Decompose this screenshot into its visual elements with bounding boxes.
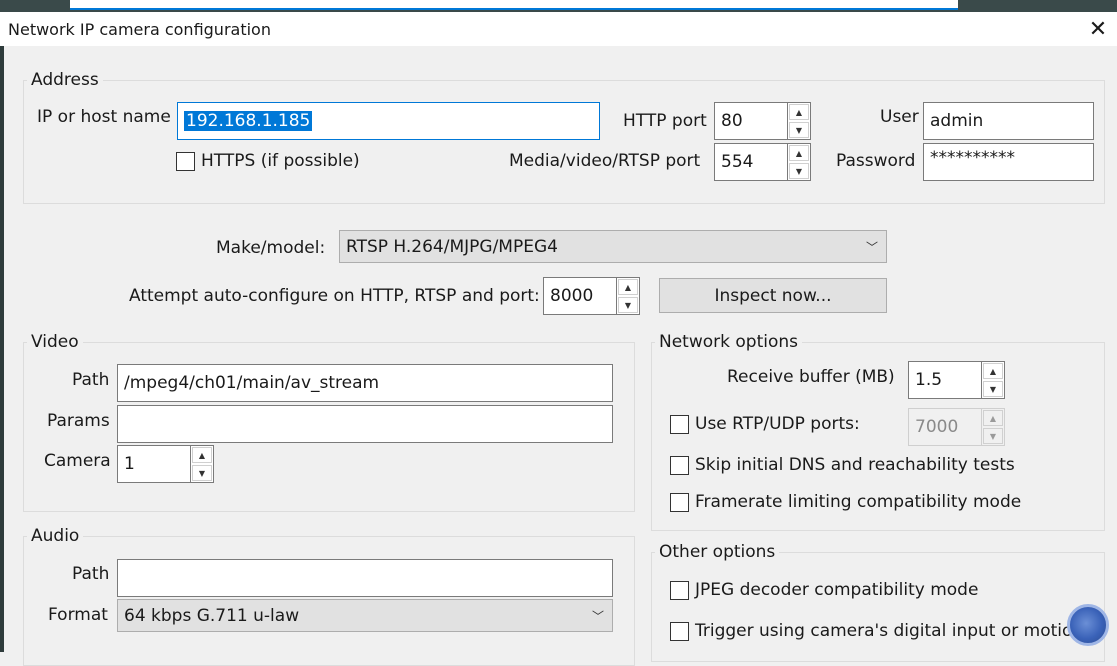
camera-stepper[interactable]: 1 ▲ ▼: [117, 445, 214, 483]
make-model-value: RTSP H.264/MJPG/MPEG4: [346, 236, 558, 257]
https-checkbox[interactable]: HTTPS (if possible): [176, 151, 360, 171]
https-checkbox-box[interactable]: [176, 151, 195, 171]
buffer-stepper[interactable]: 1.5 ▲ ▼: [908, 361, 1005, 399]
make-model-label: Make/model:: [216, 238, 326, 258]
ip-input[interactable]: 192.168.1.185: [177, 102, 600, 140]
chevron-down-icon: ﹀: [591, 609, 604, 623]
video-legend: Video: [27, 332, 83, 352]
rtp-label: Use RTP/UDP ports:: [695, 414, 860, 434]
video-params-label: Params: [47, 411, 110, 431]
skip-dns-checkbox[interactable]: Skip initial DNS and reachability tests: [670, 455, 1015, 475]
spin-down-icon[interactable]: ▼: [618, 297, 638, 313]
spin-up-icon[interactable]: ▲: [618, 279, 638, 295]
user-input[interactable]: admin: [923, 102, 1094, 140]
background-desktop-strip: [0, 0, 1117, 12]
password-input[interactable]: **********: [923, 143, 1094, 181]
spin-up-icon[interactable]: ▲: [192, 447, 212, 463]
address-group: [23, 80, 1105, 204]
spin-up-icon[interactable]: ▲: [789, 145, 809, 161]
skip-dns-checkbox-box[interactable]: [670, 455, 689, 475]
video-params-input[interactable]: [117, 405, 613, 443]
user-input-value: admin: [930, 111, 984, 131]
autoconfig-label: Attempt auto-configure on HTTP, RTSP and…: [129, 286, 540, 306]
spin-up-icon[interactable]: ▲: [789, 104, 809, 120]
spin-down-icon[interactable]: ▼: [789, 122, 809, 138]
title-bar: Network IP camera configuration ✕: [0, 12, 1117, 46]
video-path-label: Path: [72, 370, 110, 390]
http-port-label: HTTP port: [623, 111, 707, 131]
buffer-value[interactable]: 1.5: [908, 361, 981, 399]
other-group: [651, 552, 1105, 662]
address-legend: Address: [27, 70, 103, 90]
https-label: HTTPS (if possible): [201, 151, 360, 171]
jpeg-label: JPEG decoder compatibility mode: [695, 580, 979, 600]
spin-down-icon[interactable]: ▼: [789, 163, 809, 179]
rtp-checkbox-box[interactable]: [670, 414, 689, 434]
spin-down-icon[interactable]: ▼: [192, 465, 212, 481]
media-port-label: Media/video/RTSP port: [509, 151, 701, 171]
rtp-checkbox[interactable]: Use RTP/UDP ports:: [670, 414, 860, 434]
ip-input-value: 192.168.1.185: [184, 111, 313, 131]
format-value: 64 kbps G.711 u-law: [124, 605, 300, 626]
spin-down-icon: ▼: [983, 428, 1003, 444]
chevron-down-icon: ﹀: [865, 240, 878, 254]
jpeg-checkbox-box[interactable]: [670, 580, 689, 600]
camera-value[interactable]: 1: [117, 445, 190, 483]
framerate-checkbox[interactable]: Framerate limiting compatibility mode: [670, 492, 1021, 512]
rtp-port-value: 7000: [908, 408, 981, 446]
framerate-label: Framerate limiting compatibility mode: [695, 492, 1022, 512]
cursor-indicator-icon: [1067, 604, 1109, 646]
format-label: Format: [48, 605, 108, 625]
video-path-input[interactable]: /mpeg4/ch01/main/av_stream: [117, 364, 613, 402]
background-window-edge: [70, 0, 958, 10]
network-legend: Network options: [655, 332, 802, 352]
make-model-dropdown[interactable]: RTSP H.264/MJPG/MPEG4 ﹀: [339, 230, 887, 263]
skip-dns-label: Skip initial DNS and reachability tests: [695, 455, 1015, 475]
spin-down-icon[interactable]: ▼: [983, 381, 1003, 397]
trigger-label: Trigger using camera's digital input or …: [695, 621, 1084, 641]
rtp-port-stepper: 7000 ▲ ▼: [908, 408, 1005, 446]
password-label: Password: [836, 151, 916, 171]
spin-up-icon[interactable]: ▲: [983, 363, 1003, 379]
audio-path-label: Path: [72, 564, 110, 584]
audio-path-input[interactable]: [117, 559, 613, 597]
other-legend: Other options: [655, 542, 780, 562]
media-port-value[interactable]: 554: [714, 143, 787, 181]
audio-legend: Audio: [27, 526, 84, 546]
user-label: User: [880, 107, 919, 127]
spin-up-icon: ▲: [983, 410, 1003, 426]
video-path-value: /mpeg4/ch01/main/av_stream: [124, 373, 380, 393]
format-dropdown[interactable]: 64 kbps G.711 u-law ﹀: [117, 599, 613, 632]
trigger-checkbox[interactable]: Trigger using camera's digital input or …: [670, 621, 1083, 641]
window-title: Network IP camera configuration: [8, 20, 271, 39]
password-input-value: **********: [930, 148, 1015, 168]
ip-label: IP or host name: [37, 107, 171, 127]
buffer-label: Receive buffer (MB): [727, 367, 895, 387]
trigger-checkbox-box[interactable]: [670, 621, 689, 641]
http-port-stepper[interactable]: 80 ▲ ▼: [714, 102, 811, 140]
close-icon[interactable]: ✕: [1079, 12, 1117, 46]
left-edge: [0, 46, 4, 652]
inspect-now-button[interactable]: Inspect now...: [659, 278, 887, 313]
framerate-checkbox-box[interactable]: [670, 492, 689, 512]
camera-label: Camera: [44, 451, 111, 471]
autoconfig-port-value[interactable]: 8000: [543, 277, 616, 315]
http-port-value[interactable]: 80: [714, 102, 787, 140]
jpeg-checkbox[interactable]: JPEG decoder compatibility mode: [670, 580, 978, 600]
autoconfig-port-stepper[interactable]: 8000 ▲ ▼: [543, 277, 640, 315]
media-port-stepper[interactable]: 554 ▲ ▼: [714, 143, 811, 181]
